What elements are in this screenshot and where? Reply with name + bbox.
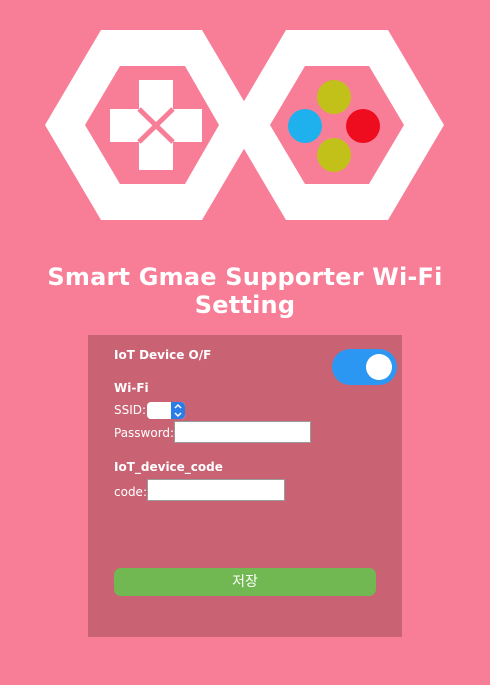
blue-button-icon	[288, 109, 322, 143]
settings-panel: IoT Device O/F Wi-Fi SSID: Password: IoT…	[88, 335, 402, 637]
yellow-button-bottom-icon	[317, 138, 351, 172]
iot-toggle-switch[interactable]	[332, 349, 397, 385]
wifi-section-label: Wi-Fi	[114, 381, 149, 395]
red-button-icon	[346, 109, 380, 143]
select-arrows-icon	[171, 402, 185, 419]
password-field[interactable]	[174, 421, 311, 443]
ssid-select[interactable]	[147, 402, 185, 419]
password-label: Password:	[114, 426, 175, 440]
code-label: code:	[114, 485, 147, 499]
ssid-label: SSID:	[114, 403, 147, 417]
iot-toggle-label: IoT Device O/F	[114, 348, 212, 362]
logo	[45, 30, 444, 220]
toggle-knob	[366, 354, 392, 380]
save-button[interactable]: 저장	[114, 568, 376, 596]
page-title: Smart Gmae Supporter Wi-Fi Setting	[47, 263, 443, 319]
code-field[interactable]	[147, 479, 285, 501]
device-code-section-label: IoT_device_code	[114, 460, 223, 474]
yellow-button-top-icon	[317, 80, 351, 114]
